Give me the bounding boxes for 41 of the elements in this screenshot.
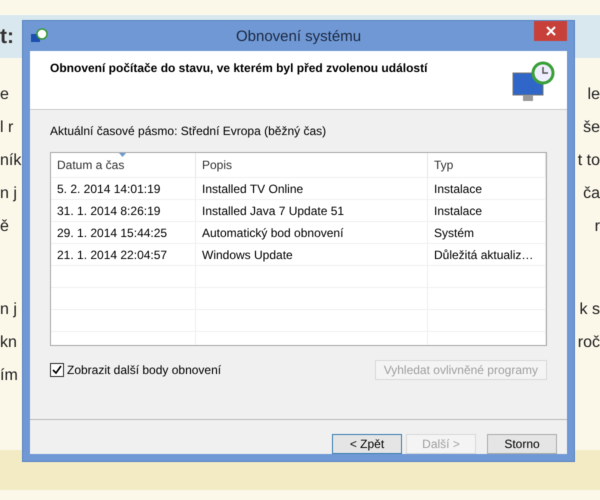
checkbox[interactable] xyxy=(50,363,64,377)
table-cell: Installed TV Online xyxy=(196,178,428,199)
page-text: n j xyxy=(0,300,17,318)
column-header[interactable]: Typ xyxy=(428,153,546,177)
table-cell: 21. 1. 2014 22:04:57 xyxy=(51,244,196,265)
page-text: e xyxy=(0,86,9,104)
table-cell: Instalace xyxy=(428,178,546,199)
restore-icon xyxy=(30,28,48,44)
page-text: kn xyxy=(0,334,17,352)
page-heading: t: xyxy=(0,24,14,48)
table-cell: Windows Update xyxy=(196,244,428,265)
table-cell: 29. 1. 2014 15:44:25 xyxy=(51,222,196,243)
page-text: l r xyxy=(0,118,14,136)
dialog-button[interactable]: < Zpět xyxy=(332,434,402,454)
page-text: roč xyxy=(578,334,600,352)
page-text: ník xyxy=(0,152,22,170)
show-more-checkbox[interactable]: Zobrazit další body obnovení xyxy=(50,363,222,377)
table-cell: Instalace xyxy=(428,200,546,221)
table-cell: 5. 2. 2014 14:01:19 xyxy=(51,178,196,199)
page-text: le xyxy=(588,86,600,104)
table-cell: Installed Java 7 Update 51 xyxy=(196,200,428,221)
column-header[interactable]: Datum a čas xyxy=(51,153,196,177)
page-text: še xyxy=(583,118,600,136)
table-cell: Automatický bod obnovení xyxy=(196,222,428,243)
header-text: Obnovení počítače do stavu, ve kterém byl před zvolenou událostí xyxy=(50,61,428,77)
page-text: n j xyxy=(0,184,17,202)
table-cell: Systém xyxy=(428,222,546,243)
dialog-button[interactable]: Storno xyxy=(487,434,557,454)
table-cell: 31. 1. 2014 8:26:19 xyxy=(51,200,196,221)
close-button[interactable] xyxy=(534,21,567,41)
timezone-label: Aktuální časové pásmo: Střední Evropa (běžný čas) xyxy=(50,124,328,138)
page-text: r xyxy=(594,218,600,236)
page-text: ím xyxy=(0,366,18,384)
page-text: t to xyxy=(578,152,600,170)
close-icon xyxy=(546,26,556,36)
window-title: Obnovení systému xyxy=(236,28,362,44)
table-cell: Důležitá aktualiz… xyxy=(428,244,546,265)
page-text: ě xyxy=(0,218,9,236)
column-header[interactable]: Popis xyxy=(196,153,428,177)
page-text: k s xyxy=(580,300,600,318)
page-text: ča xyxy=(583,184,600,202)
